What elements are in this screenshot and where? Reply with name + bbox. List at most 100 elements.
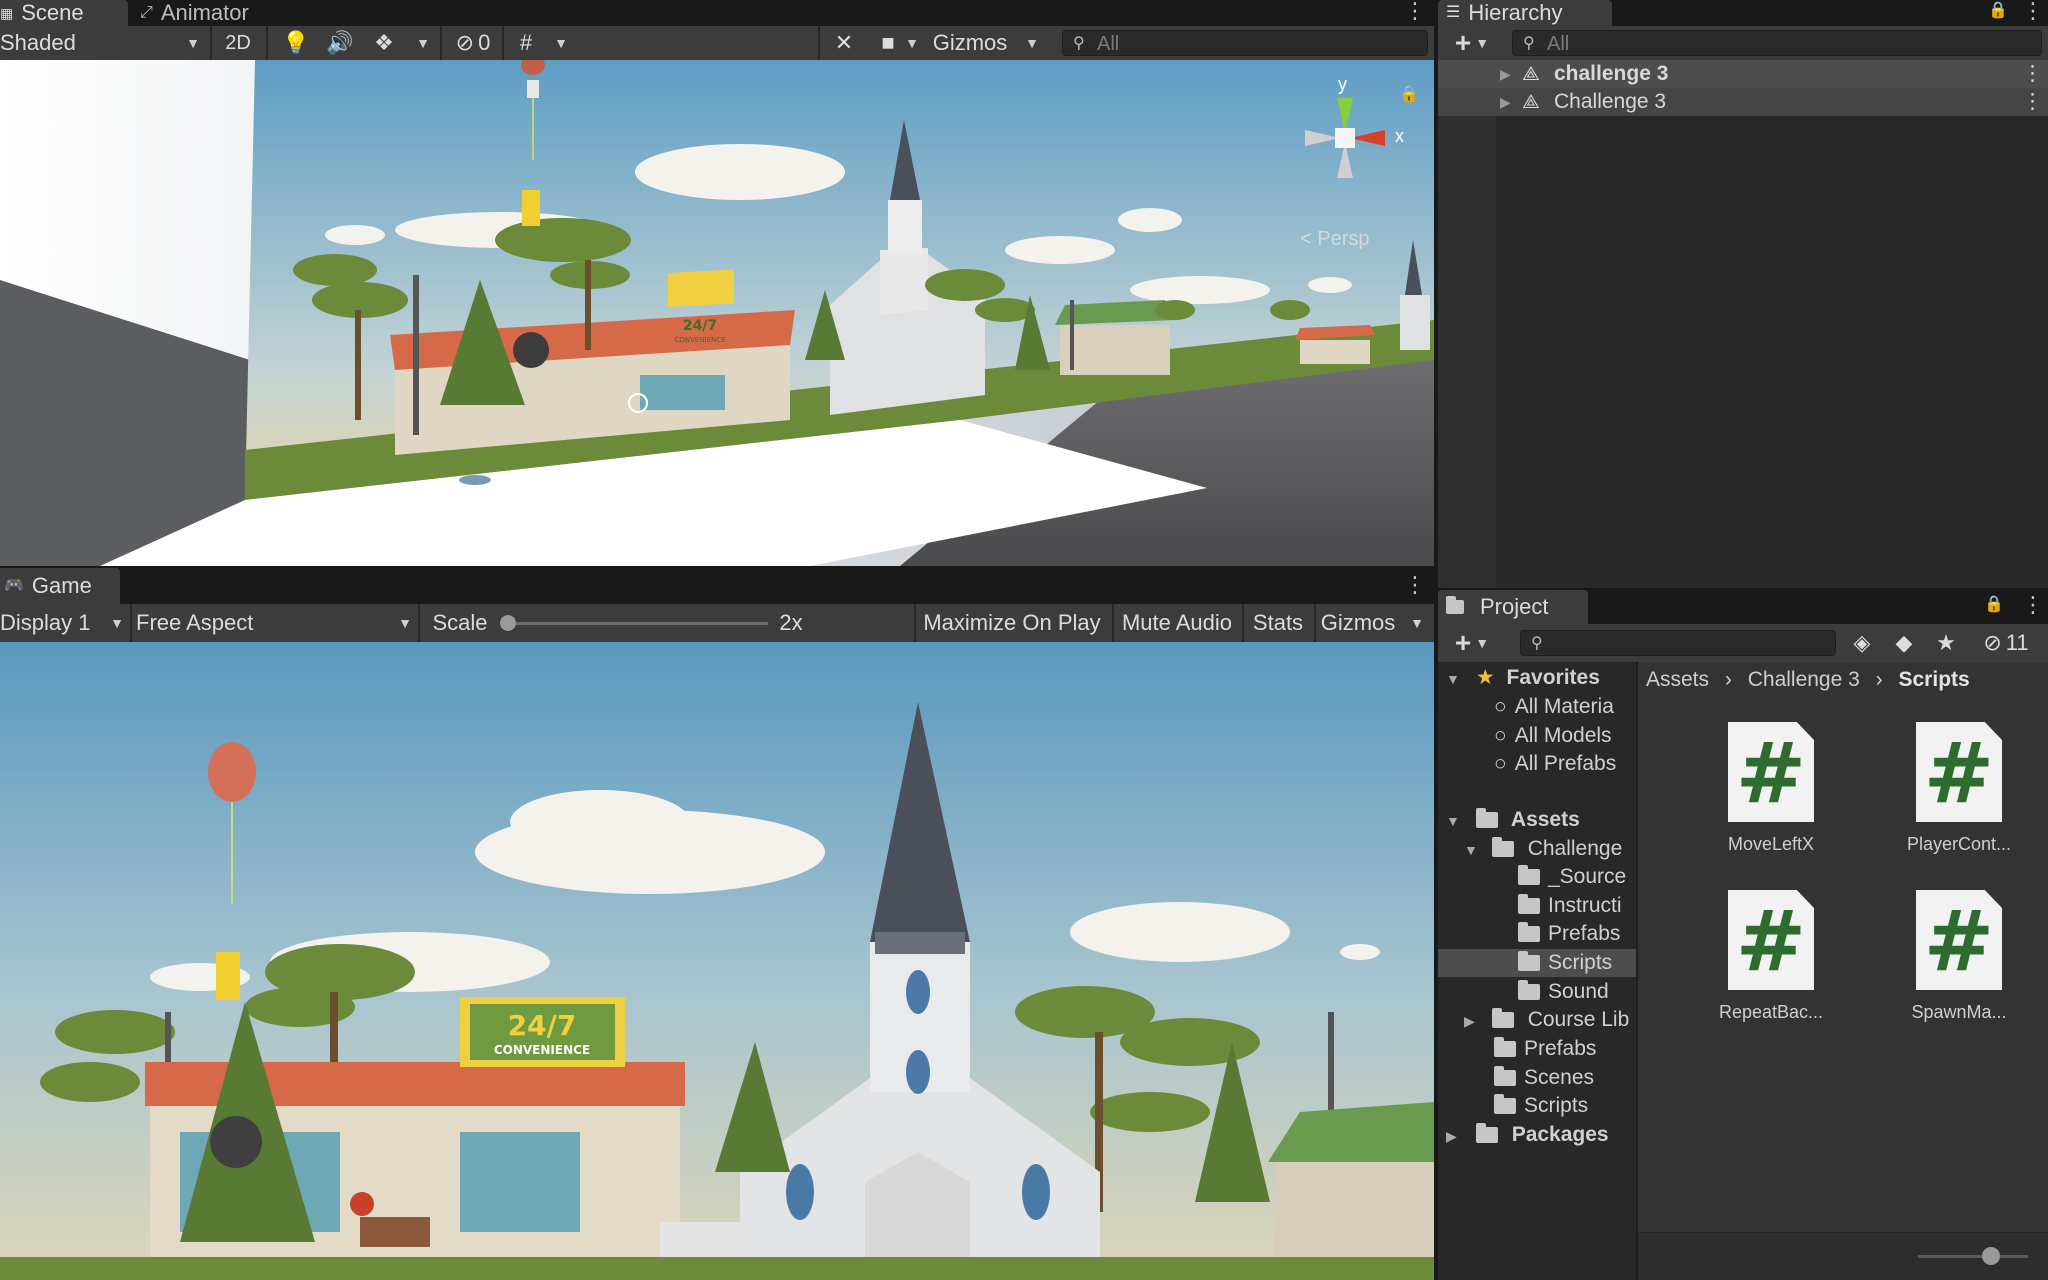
unity-scene-icon: ⟁ (1522, 63, 1540, 85)
folder-label: Challenge (1527, 837, 1623, 860)
gizmos-dropdown-icon[interactable]: ▼ (1018, 29, 1046, 57)
game-more-icon[interactable]: ⋮ (1404, 574, 1426, 600)
lock-icon[interactable]: 🔒 (1988, 0, 2008, 20)
expand-arrow-icon: ▶ (1446, 1128, 1457, 1144)
row-more-icon[interactable]: ⋮ (2022, 60, 2043, 88)
asset-playercontroller[interactable]: # PlayerCont... (1874, 722, 2044, 855)
toggle-2d-button[interactable]: 2D (218, 29, 258, 57)
divider (418, 604, 420, 642)
scale-slider-thumb[interactable] (500, 615, 516, 631)
lock-icon[interactable]: 🔒 (1984, 594, 2004, 614)
create-button[interactable]: + ▼ (1448, 29, 1496, 57)
chevron-down-icon: ▼ (1475, 35, 1490, 51)
gizmos-button[interactable]: Gizmos (930, 29, 1010, 57)
effects-dropdown-icon[interactable]: ▼ (410, 29, 436, 57)
favorite-all-materials[interactable]: ○ All Materia (1494, 693, 1614, 721)
favorite-filter-icon[interactable]: ★ (1928, 629, 1964, 657)
folder-course-library[interactable]: ▶ Course Lib (1464, 1006, 1629, 1034)
project-more-icon[interactable]: ⋮ (2022, 594, 2044, 620)
folder-root-prefabs[interactable]: Prefabs (1494, 1035, 1596, 1063)
camera-dropdown-icon[interactable]: ▼ (900, 29, 924, 57)
divider (914, 604, 916, 642)
asset-spawnmanager[interactable]: # SpawnMa... (1874, 890, 2044, 1023)
divider (1314, 604, 1316, 642)
filter-by-label-icon[interactable]: ◆ (1886, 629, 1922, 657)
scene-more-icon[interactable]: ⋮ (1404, 0, 1426, 26)
expand-arrow-icon[interactable]: ▶ (1500, 60, 1511, 88)
game-gizmos-toggle[interactable]: Gizmos (1318, 609, 1398, 637)
scene-viewport[interactable]: 24/7 CONVENIENCE y x 🔒 < Persp (0, 60, 1434, 566)
favorite-all-prefabs[interactable]: ○ All Prefabs (1494, 750, 1616, 778)
breadcrumb-challenge[interactable]: Challenge 3 (1748, 668, 1860, 691)
hierarchy-search-placeholder: All (1547, 33, 1570, 55)
folder-challenge[interactable]: ▼ Challenge (1464, 835, 1622, 863)
hidden-count: 0 (478, 30, 491, 55)
hierarchy-search-input[interactable]: ⚲ All (1512, 30, 2042, 56)
effects-toggle-icon[interactable]: ❖ (366, 29, 402, 57)
folder-icon (1475, 1123, 1498, 1143)
asset-label: SpawnMa... (1911, 1002, 2007, 1022)
breadcrumb-assets[interactable]: Assets (1646, 668, 1709, 691)
asset-label: RepeatBac... (1718, 1002, 1824, 1022)
project-tree: ▼ ★ Favorites ○ All Materia ○ All Models ○… (1438, 662, 1636, 1280)
filter-by-type-icon[interactable]: ◈ (1844, 629, 1880, 657)
stats-toggle[interactable]: Stats (1248, 609, 1308, 637)
folder-instructions[interactable]: Instructi (1518, 892, 1622, 920)
folder-root-scripts[interactable]: Scripts (1494, 1092, 1588, 1120)
csharp-script-icon: # (1728, 722, 1814, 822)
display-dropdown[interactable]: Display 1 ▼ (0, 609, 128, 637)
folder-scenes[interactable]: Scenes (1494, 1064, 1594, 1092)
folder-sound[interactable]: Sound (1518, 978, 1609, 1006)
scene-tabbar: ▦ Scene ⤢ Animator ⋮ (0, 0, 1434, 26)
game-gizmos-dropdown-icon[interactable]: ▼ (1402, 609, 1432, 637)
tab-scene[interactable]: ▦ Scene (0, 0, 128, 26)
lighting-toggle-icon[interactable]: 💡 (278, 29, 314, 57)
icon-size-slider-thumb[interactable] (1982, 1247, 2000, 1265)
divider (818, 26, 820, 60)
grid-toggle-icon[interactable]: # (508, 29, 544, 57)
hierarchy-panel: ☰ Hierarchy 🔒 ⋮ + ▼ ⚲ All ▶ ⟁ challenge … (1438, 0, 2048, 588)
orientation-gizmo[interactable]: y x 🔒 (1285, 74, 1419, 218)
breadcrumb-scripts[interactable]: Scripts (1899, 668, 1970, 691)
project-search-input[interactable]: ⚲ (1520, 630, 1836, 656)
maximize-on-play-toggle[interactable]: Maximize On Play (920, 609, 1104, 637)
hierarchy-row-scene[interactable]: ▶ ⟁ Challenge 3 ⋮ (1438, 88, 2048, 116)
folder-source[interactable]: _Source (1518, 863, 1626, 891)
shading-mode-dropdown[interactable]: Shaded ▼ (0, 29, 206, 57)
tools-icon[interactable]: ✕ (824, 29, 864, 57)
asset-repeatbackground[interactable]: # RepeatBac... (1686, 890, 1856, 1023)
favorites-header[interactable]: ▼ ★ Favorites (1438, 664, 1600, 692)
visibility-toggle[interactable]: ⊘ 0 (448, 29, 498, 57)
tab-hierarchy[interactable]: ☰ Hierarchy (1438, 0, 1612, 26)
mute-audio-toggle[interactable]: Mute Audio (1118, 609, 1236, 637)
chevron-down-icon: ▼ (398, 615, 412, 631)
expand-arrow-icon[interactable]: ▶ (1500, 88, 1511, 116)
icon-size-slider[interactable] (1918, 1247, 2028, 1265)
tab-animator[interactable]: ⤢ Animator (132, 0, 306, 26)
folder-label: Course Lib (1527, 1008, 1630, 1031)
grid-dropdown-icon[interactable]: ▼ (548, 29, 574, 57)
audio-toggle-icon[interactable]: 🔊 (322, 29, 358, 57)
row-more-icon[interactable]: ⋮ (2022, 88, 2043, 116)
packages-root[interactable]: ▶ Packages (1438, 1121, 1609, 1149)
create-button[interactable]: + ▼ (1448, 629, 1496, 657)
aspect-dropdown[interactable]: Free Aspect ▼ (136, 609, 416, 637)
hierarchy-row-scene-active[interactable]: ▶ ⟁ challenge 3 ⋮ (1438, 60, 2048, 88)
tab-game[interactable]: 🎮 Game (0, 568, 120, 604)
persp-label[interactable]: < Persp (1300, 228, 1369, 251)
folder-prefabs[interactable]: Prefabs (1518, 920, 1620, 948)
scale-slider[interactable] (500, 615, 768, 631)
favorite-all-models[interactable]: ○ All Models (1494, 722, 1612, 750)
folder-label: Scenes (1524, 1066, 1595, 1089)
folder-scripts-selected[interactable]: Scripts (1518, 949, 1612, 977)
assets-root[interactable]: ▼ Assets (1438, 806, 1580, 834)
lock-icon[interactable]: 🔒 (1399, 84, 1419, 104)
tab-project[interactable]: Project (1438, 590, 1588, 624)
hierarchy-more-icon[interactable]: ⋮ (2022, 0, 2044, 26)
expand-arrow-icon: ▼ (1446, 671, 1460, 687)
game-viewport[interactable]: 24/7 CONVENIENCE (0, 642, 1434, 1280)
asset-moveleftx[interactable]: # MoveLeftX (1686, 722, 1856, 855)
scene-search-input[interactable]: ⚲ All (1062, 30, 1428, 56)
asset-label: PlayerCont... (1906, 834, 2012, 854)
hidden-packages-toggle[interactable]: ⊘ 11 (1968, 629, 2044, 657)
